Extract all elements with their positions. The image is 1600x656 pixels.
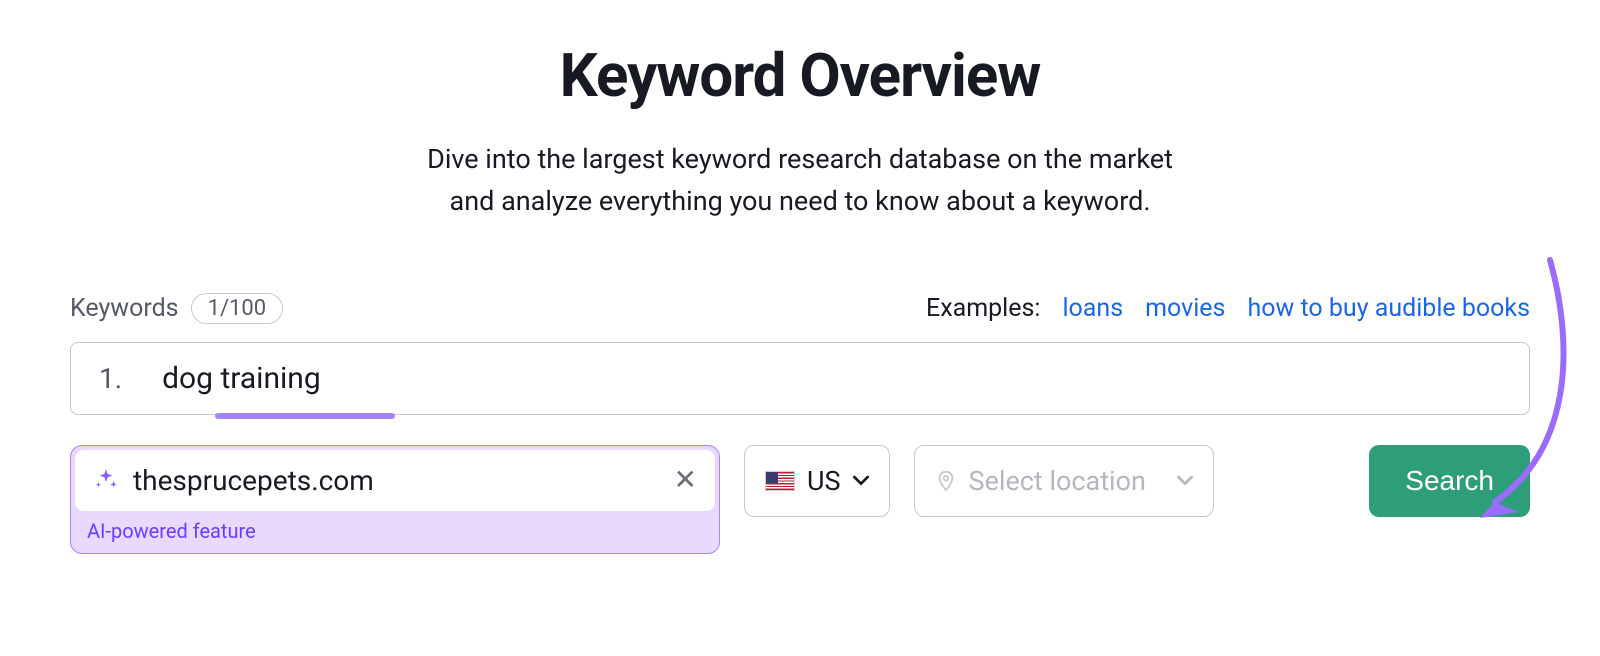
clear-domain-button[interactable]: ✕ bbox=[674, 466, 697, 494]
example-link-audible[interactable]: how to buy audible books bbox=[1247, 294, 1530, 323]
domain-ai-block: thesprucepets.com ✕ AI-powered feature bbox=[70, 445, 720, 554]
location-pin-icon bbox=[935, 470, 957, 492]
annotation-underline bbox=[215, 413, 395, 419]
page-subtitle: Dive into the largest keyword research d… bbox=[70, 139, 1530, 223]
chevron-down-icon bbox=[1177, 475, 1193, 487]
keywords-label: Keywords bbox=[70, 294, 179, 323]
keyword-index: 1. bbox=[99, 362, 122, 395]
chevron-down-icon bbox=[853, 475, 869, 487]
ai-feature-label: AI-powered feature bbox=[75, 511, 715, 549]
domain-input[interactable]: thesprucepets.com ✕ bbox=[75, 450, 715, 511]
us-flag-icon bbox=[765, 471, 795, 491]
search-button[interactable]: Search bbox=[1369, 445, 1530, 517]
location-selector[interactable]: Select location bbox=[914, 445, 1214, 517]
keywords-count-pill: 1/100 bbox=[191, 293, 284, 324]
example-link-movies[interactable]: movies bbox=[1145, 294, 1225, 323]
domain-value: thesprucepets.com bbox=[133, 464, 660, 497]
keyword-text: dog training bbox=[162, 361, 321, 396]
keyword-input-row[interactable]: 1. dog training bbox=[70, 342, 1530, 415]
sparkle-icon bbox=[93, 467, 119, 493]
location-placeholder: Select location bbox=[969, 465, 1146, 497]
example-link-loans[interactable]: loans bbox=[1062, 294, 1123, 323]
country-selector[interactable]: US bbox=[744, 445, 890, 517]
examples-label: Examples: bbox=[926, 294, 1040, 323]
page-title: Keyword Overview bbox=[70, 40, 1530, 111]
country-code: US bbox=[807, 465, 841, 497]
